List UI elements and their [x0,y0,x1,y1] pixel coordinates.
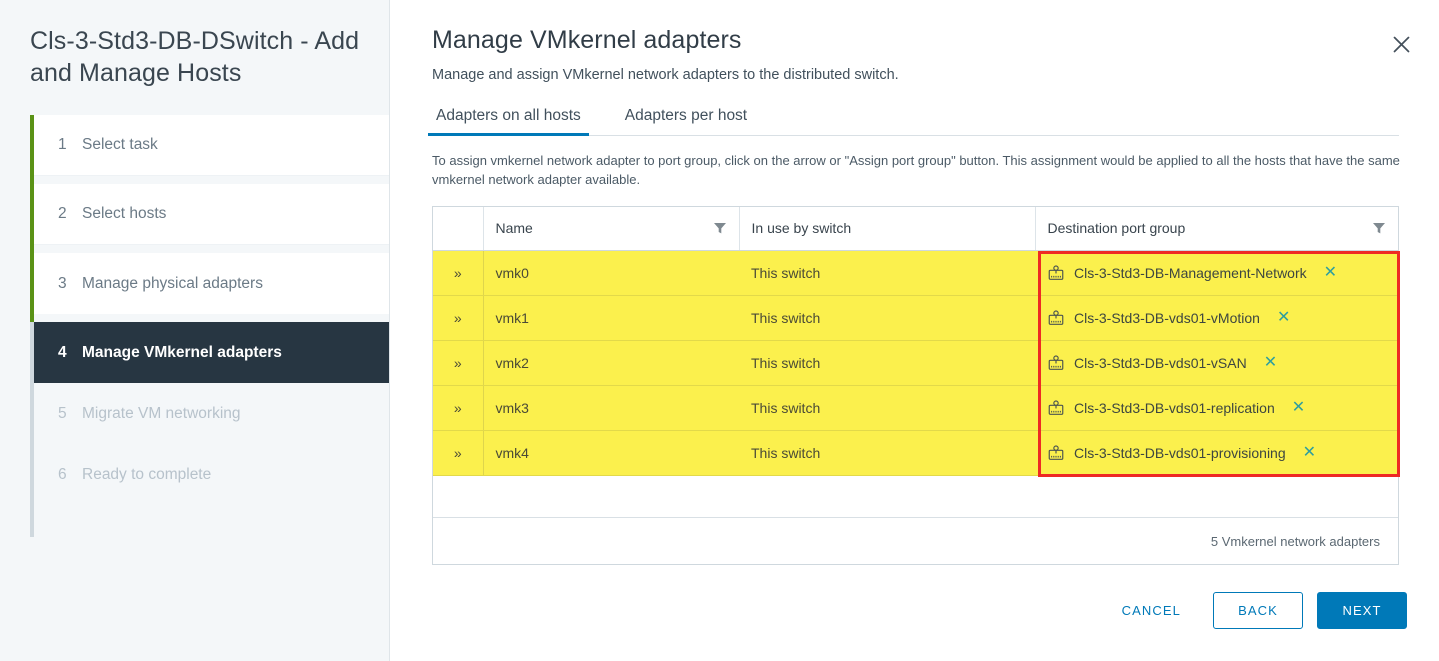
filter-icon[interactable] [1372,221,1386,235]
back-button[interactable]: BACK [1213,592,1303,629]
sidebar-item-select-hosts[interactable]: 2 Select hosts [34,184,389,245]
cancel-button[interactable]: CANCEL [1104,592,1199,629]
step-label: Select hosts [82,205,167,222]
page-title: Manage VMkernel adapters [432,26,742,54]
step-number: 5 [58,404,67,422]
step-label: Select task [82,136,158,153]
destination-port-group: Cls-3-Std3-DB-vds01-vSAN ✕ [1035,340,1398,387]
adapter-name: vmk4 [482,430,739,477]
tab-bar: Adapters on all hosts Adapters per host [428,101,1399,136]
step-number: 2 [58,205,67,222]
column-header-label: Destination port group [1047,220,1186,237]
add-manage-hosts-wizard: Cls-3-Std3-DB-DSwitch - Add and Manage H… [0,0,1439,661]
port-group-name: Cls-3-Std3-DB-Management-Network [1074,265,1307,282]
step-number: 6 [58,465,67,483]
chevron-double-right-icon: » [453,310,462,327]
instructions-text: To assign vmkernel network adapter to po… [432,153,1400,187]
table-footer: 5 Vmkernel network adapters [433,518,1398,565]
destination-port-group: Cls-3-Std3-DB-vds01-provisioning ✕ [1035,430,1398,477]
step-label: Manage physical adapters [82,274,263,292]
table-row[interactable]: » vmk4 This switch Cls-3-Std3-DB-vds01-p… [433,430,1398,477]
assign-port-group-arrow[interactable]: » [433,295,483,342]
sidebar-item-manage-physical-adapters[interactable]: 3 Manage physical adapters [34,253,389,314]
table-row[interactable]: » vmk3 This switch Cls-3-Std3-DB-vds01-r… [433,385,1398,432]
step-number: 3 [58,274,67,292]
in-use-by-switch: This switch [739,340,1035,387]
chevron-double-right-icon: » [453,445,462,462]
port-group-name: Cls-3-Std3-DB-vds01-vMotion [1074,310,1260,327]
wizard-steps: 1 Select task 2 Select hosts 3 Manage ph… [0,115,389,537]
destination-port-group: Cls-3-Std3-DB-vds01-vMotion ✕ [1035,295,1398,342]
column-header-destination-port-group[interactable]: Destination port group [1034,206,1398,252]
filter-icon[interactable] [713,221,727,235]
table-header-row: Name In use by switch Destination port g… [433,206,1398,252]
destination-port-group: Cls-3-Std3-DB-vds01-replication ✕ [1035,385,1398,432]
column-header-label: In use by switch [751,220,852,237]
page-subtitle: Manage and assign VMkernel network adapt… [432,67,899,83]
table-row[interactable]: » vmk2 This switch Cls-3-Std3-DB-vds01-v… [433,340,1398,387]
adapter-name: vmk3 [482,385,739,432]
adapter-name: vmk0 [482,250,739,297]
remove-port-group-icon[interactable]: ✕ [1277,310,1290,326]
remove-port-group-icon[interactable]: ✕ [1264,355,1277,371]
in-use-by-switch: This switch [739,295,1035,342]
adapter-name: vmk1 [482,295,739,342]
remove-port-group-icon[interactable]: ✕ [1292,400,1305,416]
step-divider [34,314,389,322]
column-header-in-use-by-switch[interactable]: In use by switch [738,206,1035,252]
in-use-by-switch: This switch [739,250,1035,297]
step-divider [34,245,389,253]
chevron-double-right-icon: » [453,400,462,417]
sidebar-item-manage-vmkernel-adapters[interactable]: 4 Manage VMkernel adapters [34,322,389,383]
tab-adapters-on-all-hosts[interactable]: Adapters on all hosts [428,101,589,136]
assign-port-group-arrow[interactable]: » [433,340,483,387]
port-group-icon [1048,355,1064,371]
step-label: Ready to complete [82,465,212,483]
step-label: Manage VMkernel adapters [82,343,282,361]
assign-port-group-arrow[interactable]: » [433,385,483,432]
chevron-double-right-icon: » [453,355,462,372]
tab-label: Adapters per host [624,107,748,124]
assign-port-group-arrow[interactable]: » [433,430,483,477]
step-number: 4 [58,343,67,361]
column-header-handle [433,206,483,252]
tab-label: Adapters on all hosts [436,107,581,124]
next-button[interactable]: NEXT [1317,592,1407,629]
tab-adapters-per-host[interactable]: Adapters per host [621,101,751,135]
sidebar-item-select-task[interactable]: 1 Select task [34,115,389,176]
vmkernel-adapters-table: Name In use by switch Destination port g… [432,205,1400,566]
chevron-double-right-icon: » [453,265,462,282]
port-group-name: Cls-3-Std3-DB-vds01-replication [1074,400,1275,417]
step-divider [34,176,389,184]
sidebar-item-ready-to-complete: 6 Ready to complete [34,444,389,505]
in-use-by-switch: This switch [739,385,1035,432]
remove-port-group-icon[interactable]: ✕ [1324,265,1337,281]
column-header-label: Name [495,220,533,237]
port-group-name: Cls-3-Std3-DB-vds01-vSAN [1074,355,1247,372]
step-label: Migrate VM networking [82,404,241,422]
wizard-content: Manage VMkernel adapters Manage and assi… [390,0,1439,661]
adapter-count-label: 5 Vmkernel network adapters [1210,533,1380,549]
port-group-icon [1048,400,1064,416]
close-icon[interactable] [1385,28,1417,60]
port-group-name: Cls-3-Std3-DB-vds01-provisioning [1074,445,1286,462]
table-empty-row [433,475,1398,519]
wizard-sidebar: Cls-3-Std3-DB-DSwitch - Add and Manage H… [0,0,390,661]
wizard-actions: CANCEL BACK NEXT [1104,592,1407,629]
port-group-icon [1048,265,1064,281]
column-header-name[interactable]: Name [482,206,739,252]
remove-port-group-icon[interactable]: ✕ [1303,445,1316,461]
sidebar-item-migrate-vm-networking: 5 Migrate VM networking [34,383,389,444]
in-use-by-switch: This switch [739,430,1035,477]
table-row[interactable]: » vmk0 This switch Cls-3-Std3-DB-Managem… [433,250,1398,297]
port-group-icon [1048,445,1064,461]
assign-port-group-arrow[interactable]: » [433,250,483,297]
adapter-name: vmk2 [482,340,739,387]
wizard-title: Cls-3-Std3-DB-DSwitch - Add and Manage H… [30,27,360,87]
port-group-icon [1048,310,1064,326]
table-row[interactable]: » vmk1 This switch Cls-3-Std3-DB-vds01-v… [433,295,1398,342]
step-number: 1 [58,136,67,153]
table-body: » vmk0 This switch Cls-3-Std3-DB-Managem… [433,250,1398,519]
destination-port-group: Cls-3-Std3-DB-Management-Network ✕ [1035,250,1398,297]
